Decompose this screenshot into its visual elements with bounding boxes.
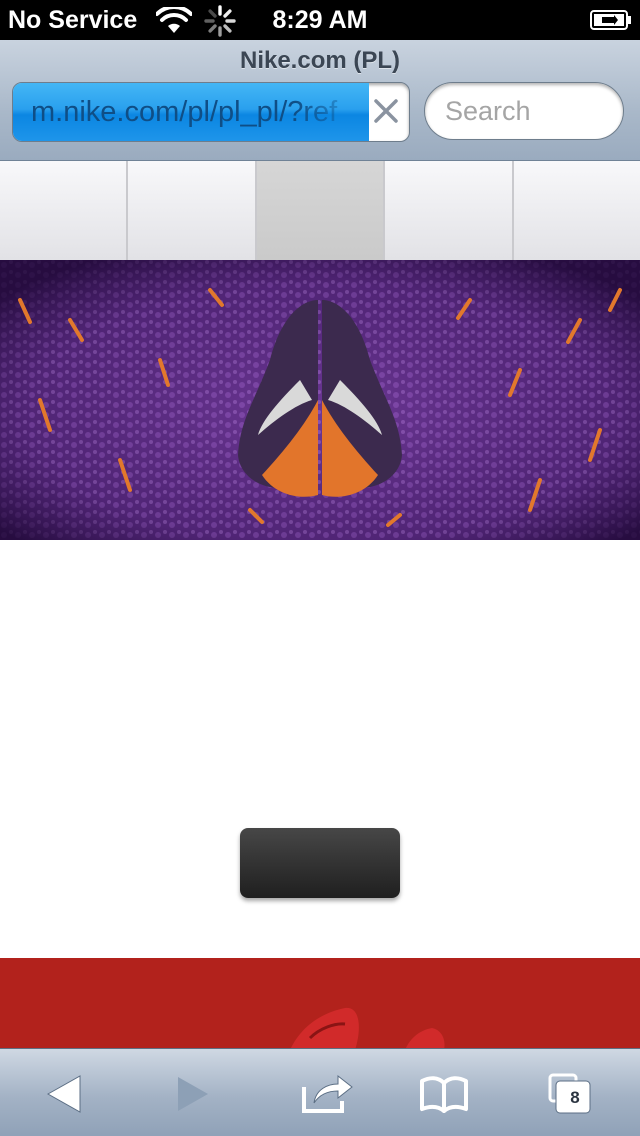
book-icon (420, 1076, 468, 1113)
nav-tile-selected[interactable] (256, 161, 384, 260)
page-title: Nike.com (PL) (239, 47, 401, 74)
browser-toolbar: 8 (0, 1048, 640, 1136)
nav-tile[interactable] (0, 161, 127, 260)
nav-tile[interactable] (513, 161, 640, 260)
back-arrow-icon (46, 1075, 81, 1113)
bookmarks-button[interactable] (412, 1069, 476, 1119)
cta-button[interactable] (240, 828, 400, 898)
nav-tile[interactable] (385, 161, 512, 260)
hero-banner-artwork (0, 260, 640, 540)
url-field[interactable]: m.nike.com/pl/pl_pl/?ref (12, 82, 410, 142)
promo-banner-artwork (290, 1007, 445, 1050)
tab-count-badge: 8 (570, 1088, 580, 1107)
clock: 8:29 AM (272, 6, 368, 34)
promo-banner[interactable] (0, 958, 640, 1050)
share-button[interactable] (296, 1069, 360, 1119)
browser-header: Nike.com (PL) m.nike.com/pl/pl_pl/?ref (0, 40, 640, 161)
battery-charging-icon (590, 10, 631, 30)
status-bar: No Service 8:29 AM (0, 0, 640, 40)
forward-button[interactable] (160, 1069, 224, 1119)
nav-tile[interactable] (128, 161, 255, 260)
forward-arrow-icon (178, 1077, 208, 1111)
url-text[interactable]: m.nike.com/pl/pl_pl/?ref (31, 95, 361, 129)
share-icon (302, 1074, 353, 1113)
close-icon[interactable] (373, 98, 399, 124)
search-input[interactable] (424, 82, 624, 140)
safari-screen: No Service 8:29 AM Nike.com (PL) m.nike.… (0, 0, 640, 1136)
back-button[interactable] (32, 1069, 96, 1119)
tabs-button[interactable]: 8 (542, 1069, 606, 1119)
page-nav-tiles (0, 161, 640, 260)
hero-banner-image[interactable] (0, 260, 640, 540)
